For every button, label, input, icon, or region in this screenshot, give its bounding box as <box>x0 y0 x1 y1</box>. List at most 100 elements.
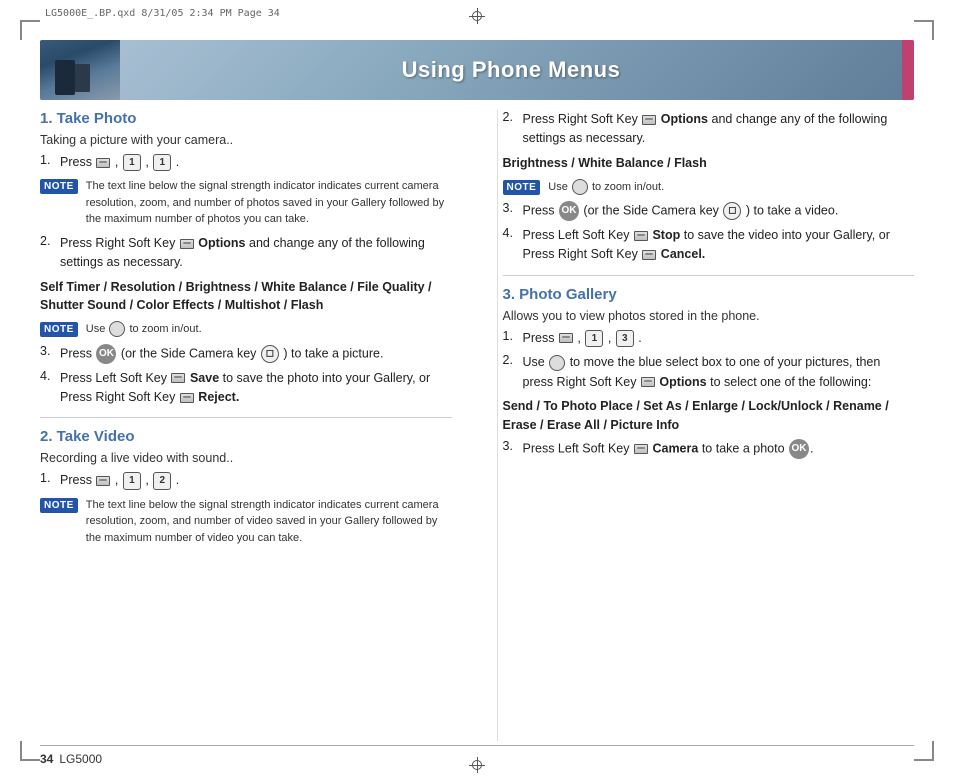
section-title-take-video: 2. Take Video <box>40 428 452 445</box>
step-content: Press Left Soft Key Save to save the pho… <box>60 369 452 408</box>
step4-bold2: Cancel. <box>661 247 705 261</box>
step3-text: Press <box>60 346 92 360</box>
take-photo-subtitle: Taking a picture with your camera.. <box>40 133 452 147</box>
step-num: 3. <box>503 439 519 453</box>
take-photo-step1: 1. Press , 1 , 1 . <box>40 153 452 172</box>
section-photo-gallery: 3. Photo Gallery Allows you to view phot… <box>503 286 915 460</box>
section-take-photo: 1. Take Photo Taking a picture with your… <box>40 110 452 407</box>
footer-model: LG5000 <box>59 752 102 766</box>
step3-text3: ) to take a picture. <box>283 346 383 360</box>
take-photo-step3: 3. Press OK (or the Side Camera key ◻ ) … <box>40 344 452 364</box>
step-num: 2. <box>40 234 56 248</box>
step3-text2: (or the Side Camera key <box>121 346 256 360</box>
step3-text3: ) to take a video. <box>746 203 838 217</box>
take-video-step4: 4. Press Left Soft Key Stop to save the … <box>503 226 915 265</box>
gallery-step3: 3. Press Left Soft Key Camera to take a … <box>503 439 915 459</box>
soft-key-icon <box>96 476 110 486</box>
right-soft-key-icon <box>642 115 656 125</box>
registration-mark-top <box>469 8 485 24</box>
gallery-step1: 1. Press , 1 , 3 . <box>503 329 915 348</box>
divider2 <box>503 275 915 276</box>
corner-mark-tr <box>914 20 934 40</box>
step2-bold: Options <box>198 236 245 250</box>
note2-text2: to zoom in/out. <box>592 181 664 193</box>
take-video-step1: 1. Press , 1 , 2 . <box>40 471 452 490</box>
take-photo-note2: NOTE Use to zoom in/out. <box>40 321 452 338</box>
step-content: Use to move the blue select box to one o… <box>523 353 915 392</box>
step1-text: Press <box>60 155 92 169</box>
soft-key-icon-g <box>559 333 573 343</box>
step-num: 4. <box>503 226 519 240</box>
step-content: Press OK (or the Side Camera key ◻ ) to … <box>523 201 915 221</box>
step2-bold-g: Options <box>659 375 706 389</box>
right-soft-key-icon-3 <box>642 250 656 260</box>
key-1-icon: 1 <box>123 154 141 172</box>
step2-bold: Options <box>661 112 708 126</box>
right-soft-key-icon <box>180 239 194 249</box>
left-column: 1. Take Photo Taking a picture with your… <box>40 110 467 741</box>
step2-text: Press Right Soft Key <box>523 112 638 126</box>
step3-text: Press <box>523 203 555 217</box>
step-num: 2. <box>503 110 519 124</box>
step-num: 1. <box>40 153 56 167</box>
take-video-note2: NOTE Use to zoom in/out. <box>503 179 915 196</box>
take-photo-note1: NOTE The text line below the signal stre… <box>40 178 452 228</box>
step-num: 1. <box>40 471 56 485</box>
step3-text: Press Left Soft Key <box>523 442 630 456</box>
take-video-step2: 2. Press Right Soft Key Options and chan… <box>503 110 915 149</box>
side-cam-icon: ◻ <box>261 345 279 363</box>
key-1b-icon: 1 <box>153 154 171 172</box>
step-num: 1. <box>503 329 519 343</box>
gallery-step2: 2. Use to move the blue select box to on… <box>503 353 915 392</box>
take-video-step3: 3. Press OK (or the Side Camera key ◻ ) … <box>503 201 915 221</box>
options-list: Self Timer / Resolution / Brightness / W… <box>40 278 452 316</box>
step4-bold2: Reject. <box>198 390 239 404</box>
ok-button-icon: OK <box>96 344 116 364</box>
left-soft-key-icon <box>171 373 185 383</box>
section-title-take-photo: 1. Take Photo <box>40 110 452 127</box>
key-1-icon-g: 1 <box>585 330 603 348</box>
left-soft-key-icon-2 <box>634 231 648 241</box>
note-label-2: NOTE <box>40 322 78 337</box>
step-content: Press Left Soft Key Stop to save the vid… <box>523 226 915 265</box>
step2-after2: to select one of the following: <box>710 375 871 389</box>
divider1 <box>40 417 452 418</box>
options-list-3: Send / To Photo Place / Set As / Enlarge… <box>503 397 915 435</box>
right-soft-key-icon-2 <box>180 393 194 403</box>
soft-key-icon <box>96 158 110 168</box>
step-num: 3. <box>40 344 56 358</box>
step3-bold-g: Camera <box>652 442 698 456</box>
step-content: Press Left Soft Key Camera to take a pho… <box>523 439 915 459</box>
main-content: 1. Take Photo Taking a picture with your… <box>40 110 914 741</box>
note-text-v2: Use to zoom in/out. <box>548 179 664 196</box>
step-content: Press , 1 , 2 . <box>60 471 452 490</box>
step4-text: Press Left Soft Key <box>523 228 630 242</box>
step2-text: Press Right Soft Key <box>60 236 175 250</box>
key-1-icon: 1 <box>123 472 141 490</box>
section-title-gallery: 3. Photo Gallery <box>503 286 915 303</box>
ok-btn-2: OK <box>559 201 579 221</box>
note2-text: Use <box>548 181 568 193</box>
note2-text2: to zoom in/out. <box>129 323 201 335</box>
note-label-v1: NOTE <box>40 498 78 513</box>
nav-icon-g <box>549 355 565 371</box>
step2-text: Use <box>523 355 545 369</box>
step3-text2: (or the Side Camera key <box>583 203 718 217</box>
key-2-icon: 2 <box>153 472 171 490</box>
page-title: Using Phone Menus <box>120 57 902 83</box>
nav-icon-2 <box>572 179 588 195</box>
step4-bold: Stop <box>652 228 680 242</box>
take-photo-step4: 4. Press Left Soft Key Save to save the … <box>40 369 452 408</box>
step-content: Press , 1 , 3 . <box>523 329 915 348</box>
step-content: Press OK (or the Side Camera key ◻ ) to … <box>60 344 452 364</box>
nav-icon <box>109 321 125 337</box>
left-soft-key-icon-g <box>634 444 648 454</box>
corner-mark-tl <box>20 20 40 40</box>
corner-mark-br <box>914 741 934 761</box>
note-text: The text line below the signal strength … <box>86 178 452 228</box>
gallery-subtitle: Allows you to view photos stored in the … <box>503 309 915 323</box>
options-list-2: Brightness / White Balance / Flash <box>503 154 915 173</box>
step4-text: Press Left Soft Key <box>60 371 167 385</box>
section2-right: 2. Press Right Soft Key Options and chan… <box>503 110 915 265</box>
side-cam-icon-2: ◻ <box>723 202 741 220</box>
